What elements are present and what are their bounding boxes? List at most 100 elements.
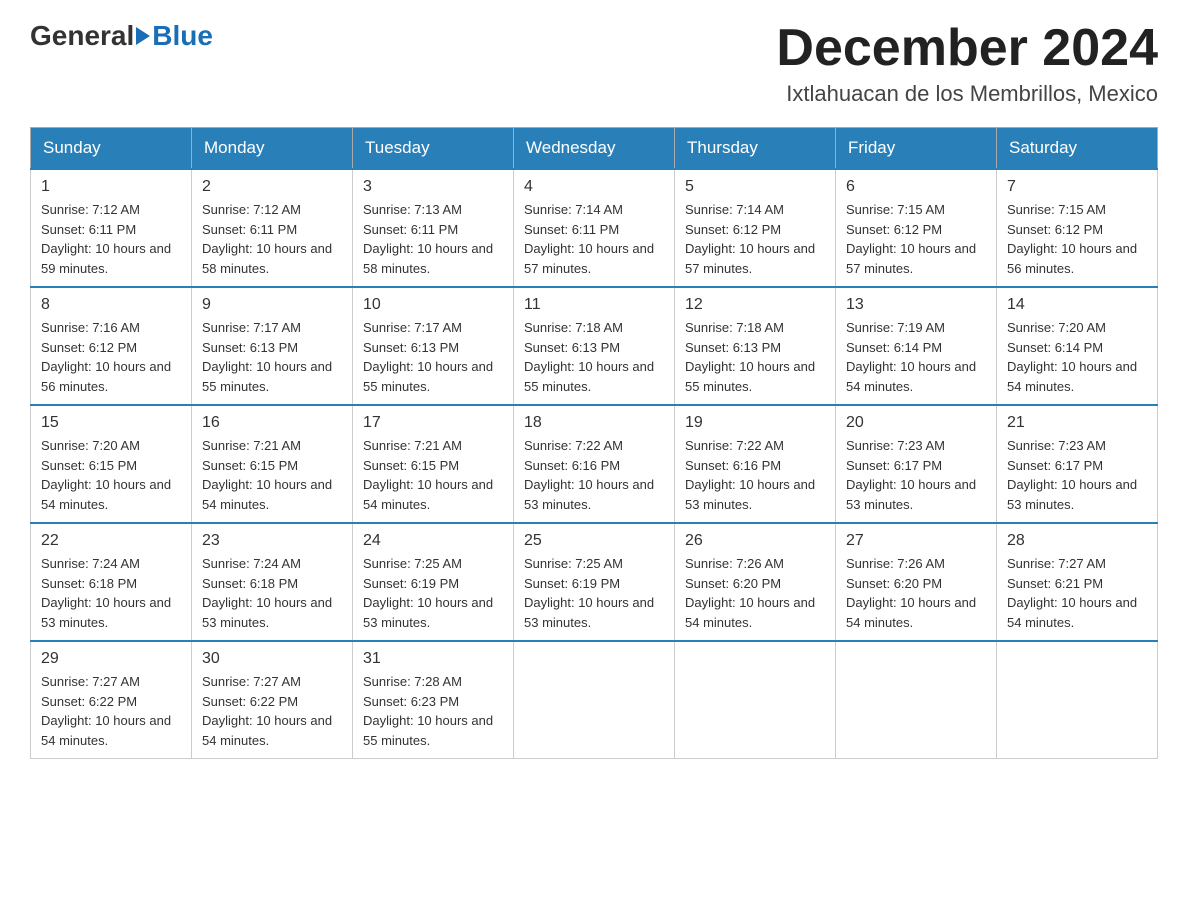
calendar-cell: 28 Sunrise: 7:27 AMSunset: 6:21 PMDaylig… <box>997 523 1158 641</box>
calendar-cell: 11 Sunrise: 7:18 AMSunset: 6:13 PMDaylig… <box>514 287 675 405</box>
calendar-cell: 5 Sunrise: 7:14 AMSunset: 6:12 PMDayligh… <box>675 169 836 287</box>
calendar-cell: 27 Sunrise: 7:26 AMSunset: 6:20 PMDaylig… <box>836 523 997 641</box>
calendar-cell <box>836 641 997 759</box>
calendar-cell: 3 Sunrise: 7:13 AMSunset: 6:11 PMDayligh… <box>353 169 514 287</box>
day-info: Sunrise: 7:19 AMSunset: 6:14 PMDaylight:… <box>846 320 976 394</box>
day-info: Sunrise: 7:27 AMSunset: 6:21 PMDaylight:… <box>1007 556 1137 630</box>
day-number: 30 <box>202 650 342 668</box>
day-info: Sunrise: 7:15 AMSunset: 6:12 PMDaylight:… <box>846 202 976 276</box>
day-number: 31 <box>363 650 503 668</box>
day-number: 8 <box>41 296 181 314</box>
day-number: 1 <box>41 178 181 196</box>
calendar-cell: 25 Sunrise: 7:25 AMSunset: 6:19 PMDaylig… <box>514 523 675 641</box>
calendar-header-row: SundayMondayTuesdayWednesdayThursdayFrid… <box>31 128 1158 170</box>
day-info: Sunrise: 7:23 AMSunset: 6:17 PMDaylight:… <box>1007 438 1137 512</box>
column-header-monday: Monday <box>192 128 353 170</box>
day-info: Sunrise: 7:20 AMSunset: 6:14 PMDaylight:… <box>1007 320 1137 394</box>
calendar-cell: 26 Sunrise: 7:26 AMSunset: 6:20 PMDaylig… <box>675 523 836 641</box>
day-info: Sunrise: 7:26 AMSunset: 6:20 PMDaylight:… <box>685 556 815 630</box>
calendar-cell: 24 Sunrise: 7:25 AMSunset: 6:19 PMDaylig… <box>353 523 514 641</box>
day-number: 28 <box>1007 532 1147 550</box>
day-info: Sunrise: 7:18 AMSunset: 6:13 PMDaylight:… <box>685 320 815 394</box>
day-number: 18 <box>524 414 664 432</box>
calendar-cell: 7 Sunrise: 7:15 AMSunset: 6:12 PMDayligh… <box>997 169 1158 287</box>
calendar-cell: 20 Sunrise: 7:23 AMSunset: 6:17 PMDaylig… <box>836 405 997 523</box>
day-number: 15 <box>41 414 181 432</box>
day-number: 25 <box>524 532 664 550</box>
calendar-cell <box>997 641 1158 759</box>
day-info: Sunrise: 7:25 AMSunset: 6:19 PMDaylight:… <box>524 556 654 630</box>
day-info: Sunrise: 7:26 AMSunset: 6:20 PMDaylight:… <box>846 556 976 630</box>
calendar-week-row: 22 Sunrise: 7:24 AMSunset: 6:18 PMDaylig… <box>31 523 1158 641</box>
calendar-cell: 13 Sunrise: 7:19 AMSunset: 6:14 PMDaylig… <box>836 287 997 405</box>
calendar-cell: 31 Sunrise: 7:28 AMSunset: 6:23 PMDaylig… <box>353 641 514 759</box>
column-header-saturday: Saturday <box>997 128 1158 170</box>
day-number: 17 <box>363 414 503 432</box>
day-info: Sunrise: 7:14 AMSunset: 6:12 PMDaylight:… <box>685 202 815 276</box>
column-header-tuesday: Tuesday <box>353 128 514 170</box>
calendar-cell: 12 Sunrise: 7:18 AMSunset: 6:13 PMDaylig… <box>675 287 836 405</box>
day-number: 14 <box>1007 296 1147 314</box>
calendar-cell: 1 Sunrise: 7:12 AMSunset: 6:11 PMDayligh… <box>31 169 192 287</box>
day-number: 6 <box>846 178 986 196</box>
day-info: Sunrise: 7:18 AMSunset: 6:13 PMDaylight:… <box>524 320 654 394</box>
day-info: Sunrise: 7:13 AMSunset: 6:11 PMDaylight:… <box>363 202 493 276</box>
title-section: December 2024 Ixtlahuacan de los Membril… <box>776 20 1158 107</box>
day-info: Sunrise: 7:21 AMSunset: 6:15 PMDaylight:… <box>202 438 332 512</box>
calendar-cell: 2 Sunrise: 7:12 AMSunset: 6:11 PMDayligh… <box>192 169 353 287</box>
day-number: 24 <box>363 532 503 550</box>
calendar-cell: 21 Sunrise: 7:23 AMSunset: 6:17 PMDaylig… <box>997 405 1158 523</box>
day-info: Sunrise: 7:16 AMSunset: 6:12 PMDaylight:… <box>41 320 171 394</box>
calendar-cell: 6 Sunrise: 7:15 AMSunset: 6:12 PMDayligh… <box>836 169 997 287</box>
calendar-cell: 10 Sunrise: 7:17 AMSunset: 6:13 PMDaylig… <box>353 287 514 405</box>
calendar-cell: 14 Sunrise: 7:20 AMSunset: 6:14 PMDaylig… <box>997 287 1158 405</box>
calendar-week-row: 8 Sunrise: 7:16 AMSunset: 6:12 PMDayligh… <box>31 287 1158 405</box>
location-title: Ixtlahuacan de los Membrillos, Mexico <box>776 81 1158 107</box>
day-number: 2 <box>202 178 342 196</box>
calendar-cell: 30 Sunrise: 7:27 AMSunset: 6:22 PMDaylig… <box>192 641 353 759</box>
day-number: 16 <box>202 414 342 432</box>
day-number: 21 <box>1007 414 1147 432</box>
day-info: Sunrise: 7:27 AMSunset: 6:22 PMDaylight:… <box>202 674 332 748</box>
calendar-cell: 22 Sunrise: 7:24 AMSunset: 6:18 PMDaylig… <box>31 523 192 641</box>
day-info: Sunrise: 7:27 AMSunset: 6:22 PMDaylight:… <box>41 674 171 748</box>
day-number: 12 <box>685 296 825 314</box>
calendar-cell: 9 Sunrise: 7:17 AMSunset: 6:13 PMDayligh… <box>192 287 353 405</box>
calendar-cell: 16 Sunrise: 7:21 AMSunset: 6:15 PMDaylig… <box>192 405 353 523</box>
calendar-cell <box>514 641 675 759</box>
day-info: Sunrise: 7:12 AMSunset: 6:11 PMDaylight:… <box>202 202 332 276</box>
day-number: 4 <box>524 178 664 196</box>
day-info: Sunrise: 7:25 AMSunset: 6:19 PMDaylight:… <box>363 556 493 630</box>
logo-general-text: General <box>30 20 134 52</box>
page-header: General Blue December 2024 Ixtlahuacan d… <box>30 20 1158 107</box>
calendar-cell: 18 Sunrise: 7:22 AMSunset: 6:16 PMDaylig… <box>514 405 675 523</box>
day-info: Sunrise: 7:23 AMSunset: 6:17 PMDaylight:… <box>846 438 976 512</box>
logo-arrow-icon <box>136 27 150 45</box>
calendar-cell <box>675 641 836 759</box>
day-number: 13 <box>846 296 986 314</box>
day-info: Sunrise: 7:24 AMSunset: 6:18 PMDaylight:… <box>41 556 171 630</box>
calendar-week-row: 15 Sunrise: 7:20 AMSunset: 6:15 PMDaylig… <box>31 405 1158 523</box>
day-info: Sunrise: 7:12 AMSunset: 6:11 PMDaylight:… <box>41 202 171 276</box>
day-number: 26 <box>685 532 825 550</box>
day-info: Sunrise: 7:14 AMSunset: 6:11 PMDaylight:… <box>524 202 654 276</box>
day-info: Sunrise: 7:28 AMSunset: 6:23 PMDaylight:… <box>363 674 493 748</box>
day-number: 11 <box>524 296 664 314</box>
logo-blue-text: Blue <box>152 20 213 52</box>
day-number: 3 <box>363 178 503 196</box>
column-header-sunday: Sunday <box>31 128 192 170</box>
day-info: Sunrise: 7:20 AMSunset: 6:15 PMDaylight:… <box>41 438 171 512</box>
calendar-week-row: 29 Sunrise: 7:27 AMSunset: 6:22 PMDaylig… <box>31 641 1158 759</box>
day-info: Sunrise: 7:15 AMSunset: 6:12 PMDaylight:… <box>1007 202 1137 276</box>
day-number: 10 <box>363 296 503 314</box>
day-number: 9 <box>202 296 342 314</box>
month-title: December 2024 <box>776 20 1158 77</box>
calendar-cell: 8 Sunrise: 7:16 AMSunset: 6:12 PMDayligh… <box>31 287 192 405</box>
column-header-thursday: Thursday <box>675 128 836 170</box>
day-number: 7 <box>1007 178 1147 196</box>
day-number: 22 <box>41 532 181 550</box>
calendar-cell: 17 Sunrise: 7:21 AMSunset: 6:15 PMDaylig… <box>353 405 514 523</box>
day-info: Sunrise: 7:24 AMSunset: 6:18 PMDaylight:… <box>202 556 332 630</box>
calendar-week-row: 1 Sunrise: 7:12 AMSunset: 6:11 PMDayligh… <box>31 169 1158 287</box>
column-header-wednesday: Wednesday <box>514 128 675 170</box>
